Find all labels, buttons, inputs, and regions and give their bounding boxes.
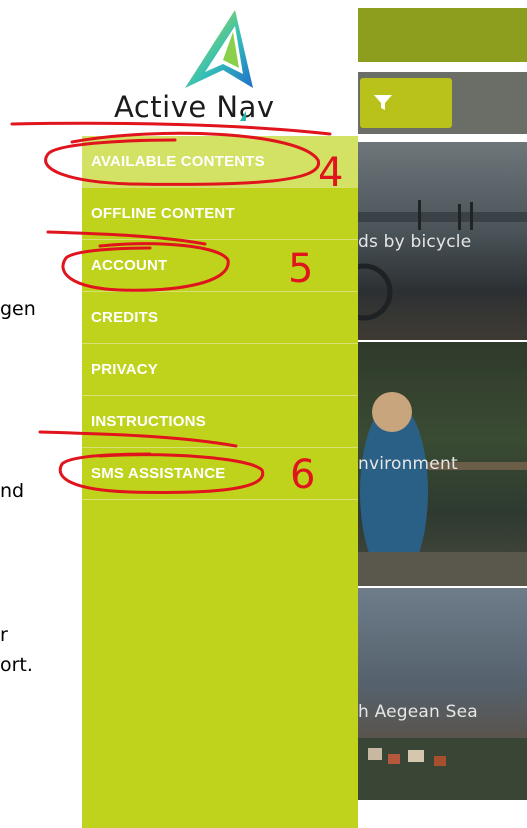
menu-item-label: ACCOUNT [91,257,168,274]
filter-bar [358,72,527,134]
doc-text-fragment: gen [0,298,36,320]
activenav-logo-icon [185,10,253,88]
menu-item-label: INSTRUCTIONS [91,413,206,430]
logo-accent-icon [240,111,246,121]
logo-wordmark: Active Nav [114,90,275,124]
card-photo [358,738,527,800]
bottom-strip [358,800,527,828]
menu-item-sms-assistance[interactable]: SMS ASSISTANCE [82,448,358,500]
app-top-bar [358,8,527,62]
menu-item-label: OFFLINE CONTENT [91,205,235,222]
menu-item-label: AVAILABLE CONTENTS [91,153,265,170]
app-content: ds by bicycle nvironment h Aegean Sea [358,0,527,828]
filter-button[interactable] [360,78,452,128]
menu-item-offline-content[interactable]: OFFLINE CONTENT [82,188,358,240]
nav-drawer: Active Nav AVAILABLE CONTENTS OFFLINE CO… [82,0,358,828]
annotation-number: 5 [288,246,314,292]
menu-item-label: SMS ASSISTANCE [91,465,226,482]
drawer-header: Active Nav [82,0,358,136]
menu-item-instructions[interactable]: INSTRUCTIONS [82,396,358,448]
annotation-number: 6 [290,452,316,498]
menu-item-credits[interactable]: CREDITS [82,292,358,344]
doc-text-fragment: nd [0,480,25,502]
content-card[interactable]: ds by bicycle [358,142,527,340]
card-title: ds by bicycle [358,232,472,252]
menu-item-label: PRIVACY [91,361,158,378]
drawer-menu: AVAILABLE CONTENTS OFFLINE CONTENT ACCOU… [82,136,358,500]
content-card[interactable]: h Aegean Sea [358,588,527,800]
menu-item-privacy[interactable]: PRIVACY [82,344,358,396]
card-title: h Aegean Sea [358,702,478,722]
menu-item-available-contents[interactable]: AVAILABLE CONTENTS [82,136,358,188]
menu-item-label: CREDITS [91,309,159,326]
annotation-number: 4 [318,150,344,196]
card-title: nvironment [358,454,458,474]
content-card[interactable]: nvironment [358,342,527,586]
menu-item-account[interactable]: ACCOUNT [82,240,358,292]
doc-text-fragment: ort. [0,654,33,676]
doc-text-fragment: r [0,624,8,646]
filter-funnel-icon [374,95,392,110]
